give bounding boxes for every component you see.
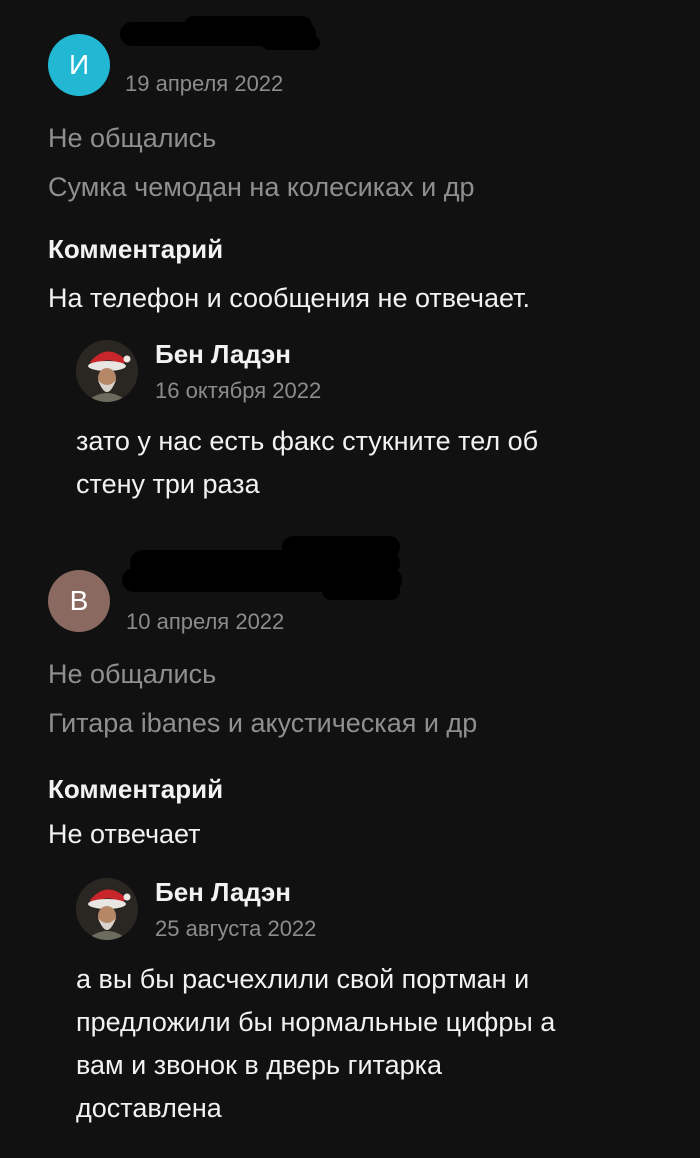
avatar[interactable]: И xyxy=(48,34,110,96)
santa-hat-portrait-avatar-icon[interactable] xyxy=(76,878,138,940)
comment-heading: Комментарий xyxy=(48,774,224,804)
reply-text: зато у нас есть факс стукните тел об сте… xyxy=(76,426,539,499)
reply-date: 25 августа 2022 xyxy=(155,916,317,941)
item-description: Сумка чемодан на колесиках и др xyxy=(48,172,475,202)
review-card: В 10 апреля 2022 Не общались Гитара iban… xyxy=(48,536,668,1130)
review-date: 10 апреля 2022 xyxy=(126,609,285,634)
deal-status: Не общались xyxy=(48,659,217,689)
reply-author-name[interactable]: Бен Ладэн xyxy=(155,339,291,370)
comment-heading: Комментарий xyxy=(48,234,224,264)
redacted-name xyxy=(122,536,406,608)
review-card: И 19 апреля 2022 Не общались Сумка чемод… xyxy=(48,16,668,504)
redacted-name xyxy=(120,14,320,56)
reply-date: 16 октября 2022 xyxy=(155,378,322,403)
review-date: 19 апреля 2022 xyxy=(125,71,284,96)
item-description: Гитара ibanes и акустическая и др xyxy=(48,708,478,738)
reply-author-name[interactable]: Бен Ладэн xyxy=(155,877,291,908)
comment-text: Не отвечает xyxy=(48,819,201,849)
seller-reply: Бен Ладэн 16 октября 2022 зато у нас ест… xyxy=(76,339,646,510)
avatar[interactable]: В xyxy=(48,570,110,632)
santa-hat-portrait-avatar-icon[interactable] xyxy=(76,340,138,402)
reply-text: а вы бы расчехлили свой портман и предло… xyxy=(76,964,556,1123)
comment-text: На телефон и сообщения не отвечает. xyxy=(48,283,530,313)
seller-reply: Бен Ладэн 25 августа 2022 а вы бы расчех… xyxy=(76,877,646,1128)
deal-status: Не общались xyxy=(48,123,217,153)
